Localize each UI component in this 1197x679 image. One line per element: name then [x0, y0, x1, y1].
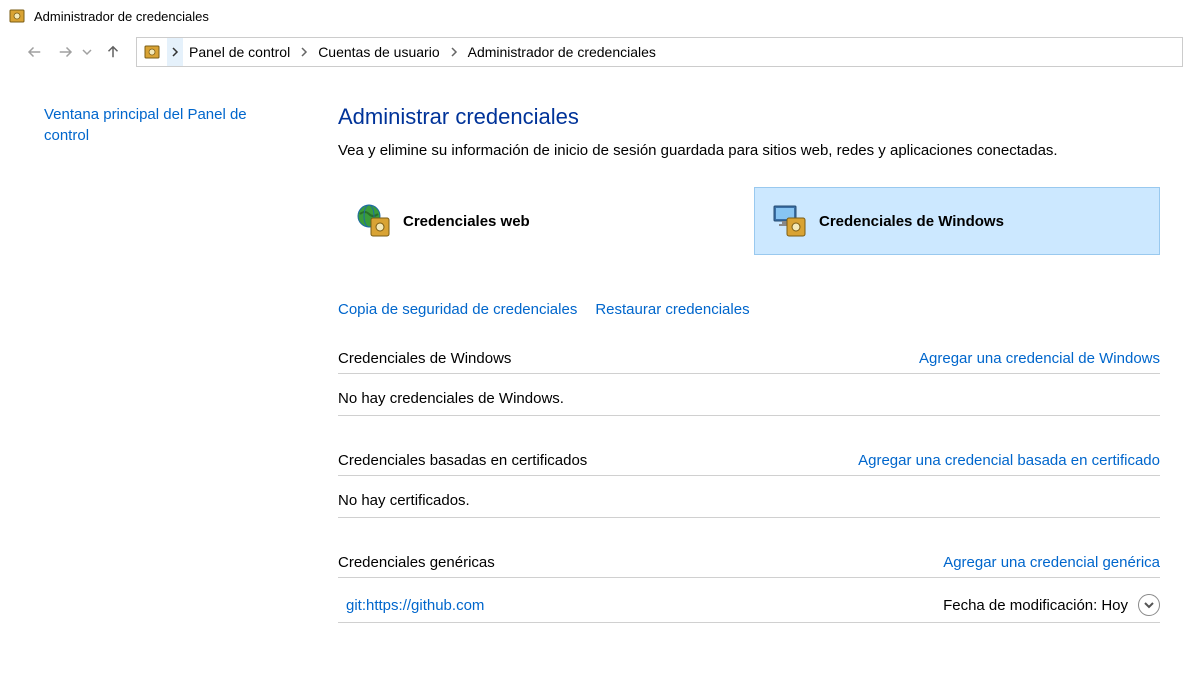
- breadcrumb-item[interactable]: Cuentas de usuario: [312, 38, 445, 66]
- address-bar[interactable]: Panel de control Cuentas de usuario Admi…: [136, 37, 1183, 67]
- add-certificate-credential-link[interactable]: Agregar una credencial basada en certifi…: [858, 452, 1160, 469]
- page-description: Vea y elimine su información de inicio d…: [338, 140, 1160, 161]
- main-content: Administrar credenciales Vea y elimine s…: [290, 104, 1170, 623]
- tab-label: Credenciales de Windows: [819, 213, 1004, 230]
- modified-value: Hoy: [1101, 597, 1128, 614]
- section-title: Credenciales basadas en certificados: [338, 452, 587, 469]
- navigation-bar: Panel de control Cuentas de usuario Admi…: [0, 32, 1197, 72]
- section-generic-credentials: Credenciales genéricas Agregar una crede…: [338, 554, 1160, 623]
- modified-label: Fecha de modificación:: [943, 597, 1097, 614]
- add-generic-credential-link[interactable]: Agregar una credencial genérica: [943, 554, 1160, 571]
- chevron-right-icon[interactable]: [446, 38, 462, 66]
- empty-message: No hay certificados.: [338, 486, 1160, 518]
- page-title: Administrar credenciales: [338, 104, 1160, 130]
- chevron-right-icon[interactable]: [296, 38, 312, 66]
- tab-label: Credenciales web: [403, 213, 530, 230]
- section-title: Credenciales genéricas: [338, 554, 495, 571]
- credential-actions: Copia de seguridad de credenciales Resta…: [338, 301, 1160, 318]
- tab-web-credentials[interactable]: Credenciales web: [338, 187, 744, 255]
- section-title: Credenciales de Windows: [338, 350, 511, 367]
- empty-message: No hay credenciales de Windows.: [338, 384, 1160, 416]
- breadcrumb-item[interactable]: Panel de control: [183, 38, 296, 66]
- window-title: Administrador de credenciales: [34, 9, 209, 24]
- breadcrumb-item[interactable]: Administrador de credenciales: [462, 38, 662, 66]
- control-panel-home-link[interactable]: Ventana principal del Panel de control: [44, 106, 247, 144]
- globe-vault-icon: [355, 202, 393, 240]
- add-windows-credential-link[interactable]: Agregar una credencial de Windows: [919, 350, 1160, 367]
- vault-icon: [8, 7, 26, 25]
- back-button[interactable]: [20, 38, 50, 66]
- forward-button[interactable]: [50, 38, 80, 66]
- monitor-vault-icon: [771, 202, 809, 240]
- tab-windows-credentials[interactable]: Credenciales de Windows: [754, 187, 1160, 255]
- credential-tabs: Credenciales web Credenciales de Windows: [338, 187, 1160, 255]
- section-windows-credentials: Credenciales de Windows Agregar una cred…: [338, 350, 1160, 416]
- section-certificate-credentials: Credenciales basadas en certificados Agr…: [338, 452, 1160, 518]
- vault-icon: [137, 38, 167, 66]
- credential-name: git:https://github.com: [338, 597, 943, 614]
- chevron-right-icon[interactable]: [167, 38, 183, 66]
- expand-button[interactable]: [1138, 594, 1160, 616]
- titlebar: Administrador de credenciales: [0, 0, 1197, 32]
- backup-credentials-link[interactable]: Copia de seguridad de credenciales: [338, 301, 577, 318]
- sidebar: Ventana principal del Panel de control: [0, 104, 290, 623]
- restore-credentials-link[interactable]: Restaurar credenciales: [595, 301, 749, 318]
- up-button[interactable]: [98, 38, 128, 66]
- recent-dropdown[interactable]: [80, 47, 94, 57]
- credential-row[interactable]: git:https://github.com Fecha de modifica…: [338, 588, 1160, 623]
